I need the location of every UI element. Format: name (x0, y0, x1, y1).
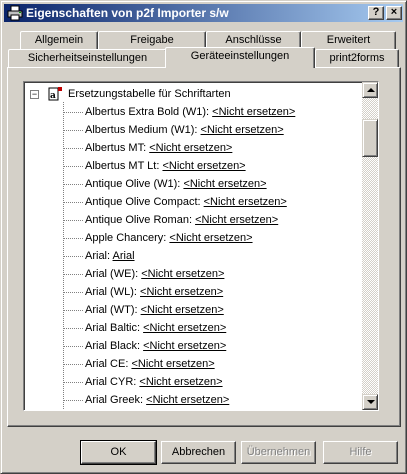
help-button[interactable]: Hilfe (323, 441, 398, 464)
font-name: Arial (WT): (85, 304, 138, 316)
tree-content: − a Ersetzungstabelle für Schriftarten A… (24, 82, 362, 410)
settings-tree[interactable]: − a Ersetzungstabelle für Schriftarten A… (23, 81, 379, 411)
tab-geraeteeinstellungen[interactable]: Geräteeinstellungen (165, 47, 315, 68)
close-button[interactable]: × (386, 6, 402, 20)
font-name: Arial: (85, 250, 111, 262)
vertical-scrollbar[interactable] (362, 82, 378, 410)
font-name: Albertus MT: (85, 142, 147, 154)
font-name: Arial CYR: (85, 376, 137, 388)
tab-print2forms[interactable]: print2forms (315, 49, 399, 67)
font-name: Albertus Medium (W1): (85, 124, 198, 136)
font-name: Antique Olive Compact: (85, 196, 201, 208)
tab-allgemein[interactable]: Allgemein (20, 31, 98, 49)
font-name: Antique Olive Roman: (85, 214, 192, 226)
substitution-value[interactable]: <Nicht ersetzen> (169, 232, 252, 244)
properties-dialog: Eigenschaften von p2f Importer s/w ? × A… (0, 0, 407, 474)
substitution-value[interactable]: <Nicht ersetzen> (183, 178, 266, 190)
substitution-value[interactable]: <Nicht ersetzen> (143, 340, 226, 352)
font-name: Albertus MT Lt: (85, 160, 160, 172)
title-bar[interactable]: Eigenschaften von p2f Importer s/w ? × (4, 4, 403, 22)
substitution-value[interactable]: <Nicht ersetzen> (212, 106, 295, 118)
printer-icon (7, 5, 23, 21)
substitution-value[interactable]: <Nicht ersetzen> (140, 286, 223, 298)
substitution-value[interactable]: <Nicht ersetzen> (139, 376, 222, 388)
font-name: Apple Chancery: (85, 232, 167, 244)
substitution-value[interactable]: <Nicht ersetzen> (143, 322, 226, 334)
ok-button[interactable]: OK (80, 440, 157, 465)
tab-sicherheitseinstellungen[interactable]: Sicherheitseinstellungen (8, 49, 167, 67)
collapse-icon[interactable]: − (30, 90, 39, 99)
scroll-up-button[interactable] (362, 82, 378, 98)
apply-button[interactable]: Übernehmen (241, 441, 316, 464)
window-title: Eigenschaften von p2f Importer s/w (26, 6, 229, 20)
scroll-thumb[interactable] (362, 119, 378, 157)
substitution-value[interactable]: Arial (113, 250, 135, 262)
svg-text:a: a (50, 91, 56, 101)
substitution-value[interactable]: <Nicht ersetzen> (162, 160, 245, 172)
tree-root-label: Ersetzungstabelle für Schriftarten (68, 88, 231, 100)
substitution-value[interactable]: <Nicht ersetzen> (141, 304, 224, 316)
substitution-value[interactable]: <Nicht ersetzen> (201, 124, 284, 136)
font-name: Antique Olive (W1): (85, 178, 181, 190)
substitution-value[interactable]: <Nicht ersetzen> (204, 196, 287, 208)
arrow-up-icon (367, 88, 375, 92)
scroll-down-button[interactable] (362, 394, 378, 410)
substitution-value[interactable]: <Nicht ersetzen> (131, 358, 214, 370)
substitution-value[interactable]: <Nicht ersetzen> (141, 268, 224, 280)
cancel-button[interactable]: Abbrechen (161, 441, 236, 464)
font-name: Arial Black: (85, 340, 141, 352)
font-name: Arial (WL): (85, 286, 137, 298)
substitution-value[interactable]: <Nicht ersetzen> (146, 394, 229, 406)
font-name: Arial Greek: (85, 394, 144, 406)
arrow-down-icon (367, 400, 375, 404)
tab-erweitert[interactable]: Erweitert (301, 31, 396, 49)
help-title-button[interactable]: ? (368, 6, 384, 20)
font-name: Albertus Extra Bold (W1): (85, 106, 210, 118)
substitution-value[interactable]: <Nicht ersetzen> (195, 214, 278, 226)
font-name: Arial CE: (85, 358, 129, 370)
font-table-icon: a (48, 87, 62, 101)
font-name: Arial Baltic: (85, 322, 141, 334)
font-name: Arial (WE): (85, 268, 139, 280)
substitution-value[interactable]: <Nicht ersetzen> (149, 142, 232, 154)
